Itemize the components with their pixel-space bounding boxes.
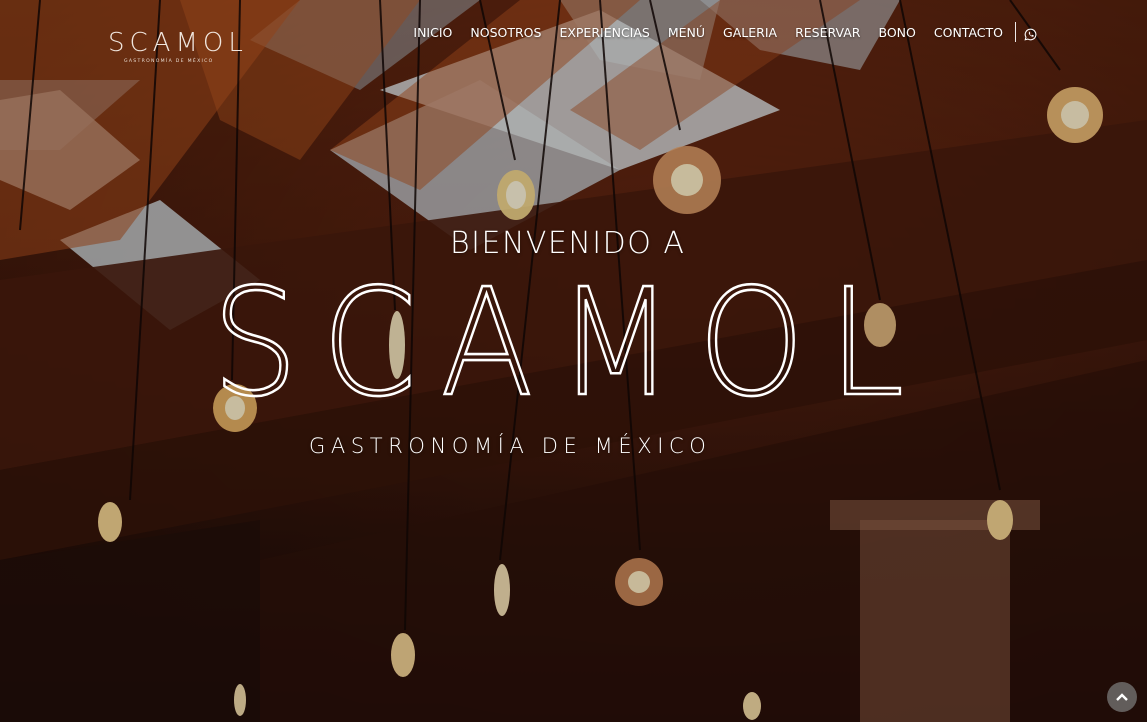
nav-menu[interactable]: MENÚ [668, 25, 705, 40]
chevron-up-icon [1116, 693, 1128, 701]
site-header: SCAMOL GASTRONOMÍA DE MÉXICO INICIO NOSO… [0, 0, 1147, 64]
nav-inicio[interactable]: INICIO [413, 25, 452, 40]
nav-bono[interactable]: BONO [878, 25, 915, 40]
nav-galeria[interactable]: GALERIA [723, 25, 777, 40]
main-navigation: INICIO NOSOTROS EXPERIENCIAS MENÚ GALERI… [413, 22, 1037, 42]
nav-reservar[interactable]: RESERVAR [795, 25, 860, 40]
scroll-to-top-button[interactable] [1107, 682, 1137, 712]
nav-experiencias[interactable]: EXPERIENCIAS [559, 25, 649, 40]
hero-tagline: GASTRONOMÍA DE MÉXICO [309, 434, 712, 458]
nav-nosotros[interactable]: NOSOTROS [470, 25, 541, 40]
nav-divider [1015, 22, 1016, 42]
nav-contacto[interactable]: CONTACTO [934, 25, 1003, 40]
site-logo[interactable]: SCAMOL GASTRONOMÍA DE MÉXICO [108, 28, 248, 72]
welcome-heading: BIENVENIDO A [450, 226, 686, 261]
hero-logo: SCAMOL [211, 256, 932, 431]
logo-wordmark: SCAMOL [108, 28, 248, 58]
hero-logo-wordmark: SCAMOL [211, 256, 928, 431]
logo-subtitle: GASTRONOMÍA DE MÉXICO [124, 59, 214, 64]
hero-logo-text: SCAMOL [212, 282, 928, 412]
whatsapp-icon[interactable] [1024, 26, 1037, 41]
